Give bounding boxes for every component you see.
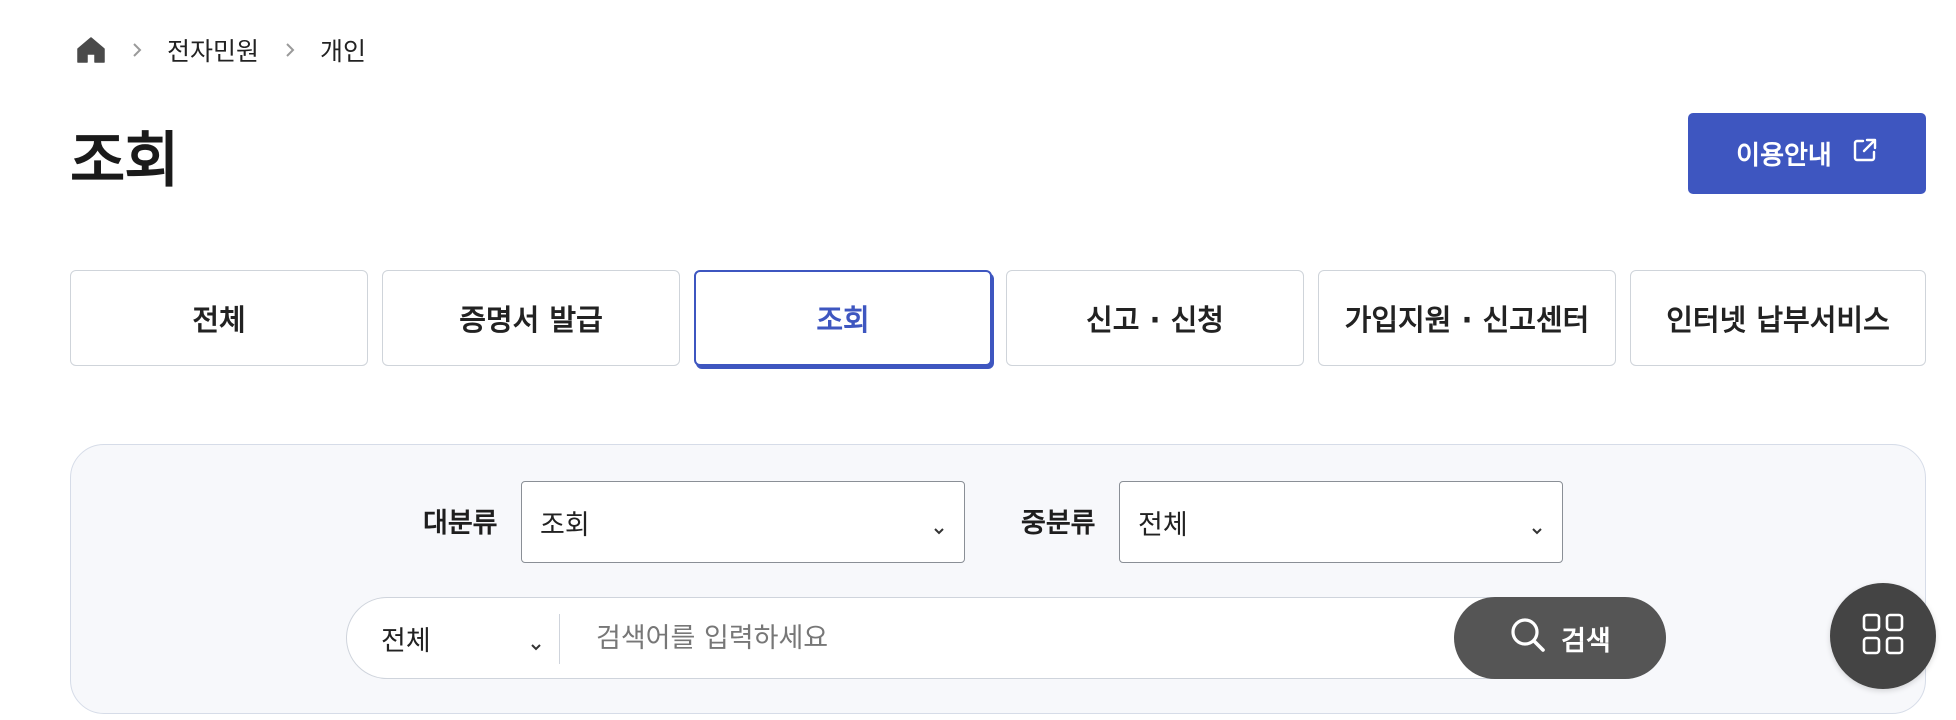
tab-internet-payment[interactable]: 인터넷 납부서비스 bbox=[1630, 270, 1926, 366]
tab-signup-support-report-center[interactable]: 가입지원 · 신고센터 bbox=[1318, 270, 1616, 366]
quick-menu-button[interactable] bbox=[1830, 583, 1936, 689]
major-category-value: 조회 bbox=[540, 509, 590, 541]
usage-guide-label: 이용안내 bbox=[1736, 141, 1832, 171]
search-panel: 대분류 조회 중분류 전체 전체 검색어를 입력하세요 검색 bbox=[70, 444, 1926, 714]
tab-label: 증명서 발급 bbox=[459, 303, 603, 337]
middle-category-value: 전체 bbox=[1138, 509, 1188, 541]
tab-label: 가입지원 · 신고센터 bbox=[1344, 303, 1590, 337]
major-category-label: 대분류 bbox=[423, 508, 498, 539]
tab-report-application[interactable]: 신고 · 신청 bbox=[1006, 270, 1304, 366]
chevron-down-icon bbox=[932, 514, 946, 535]
search-button[interactable]: 검색 bbox=[1454, 597, 1666, 679]
usage-guide-button[interactable]: 이용안내 bbox=[1688, 113, 1926, 194]
search-button-label: 검색 bbox=[1561, 625, 1611, 657]
tab-label: 전체 bbox=[192, 303, 246, 337]
chevron-right-icon bbox=[130, 43, 144, 57]
tab-all[interactable]: 전체 bbox=[70, 270, 368, 366]
breadcrumb-item-electronic-civil[interactable]: 전자민원 bbox=[167, 32, 259, 68]
breadcrumb-item-personal[interactable]: 개인 bbox=[320, 32, 366, 68]
page: 전자민원 개인 조회 이용안내 전체 증명서 발급 조회 신고 · 신청 가입지… bbox=[0, 0, 1956, 720]
middle-category-label: 중분류 bbox=[1021, 508, 1096, 539]
major-category-select[interactable]: 조회 bbox=[521, 481, 965, 563]
tab-label: 인터넷 납부서비스 bbox=[1666, 303, 1890, 337]
tab-inquiry[interactable]: 조회 bbox=[694, 270, 992, 366]
chevron-down-icon bbox=[1530, 514, 1544, 535]
tab-label: 조회 bbox=[816, 303, 870, 337]
external-link-icon bbox=[1852, 137, 1878, 170]
chevron-right-icon bbox=[283, 43, 297, 57]
search-input[interactable] bbox=[560, 598, 1440, 678]
tab-label: 신고 · 신청 bbox=[1086, 303, 1224, 337]
search-scope-select[interactable]: 전체 bbox=[347, 598, 559, 678]
breadcrumb: 전자민원 개인 bbox=[76, 30, 366, 70]
middle-category-select[interactable]: 전체 bbox=[1119, 481, 1563, 563]
grid-menu-icon bbox=[1861, 612, 1905, 660]
page-title: 조회 bbox=[70, 126, 179, 196]
home-icon[interactable] bbox=[76, 35, 106, 65]
search-scope-value: 전체 bbox=[381, 625, 431, 657]
category-tabs: 전체 증명서 발급 조회 신고 · 신청 가입지원 · 신고센터 인터넷 납부서… bbox=[70, 270, 1926, 366]
search-bar: 전체 검색 bbox=[346, 597, 1666, 679]
search-icon bbox=[1509, 616, 1547, 661]
chevron-down-icon bbox=[529, 630, 543, 651]
tab-certificate-issuance[interactable]: 증명서 발급 bbox=[382, 270, 680, 366]
